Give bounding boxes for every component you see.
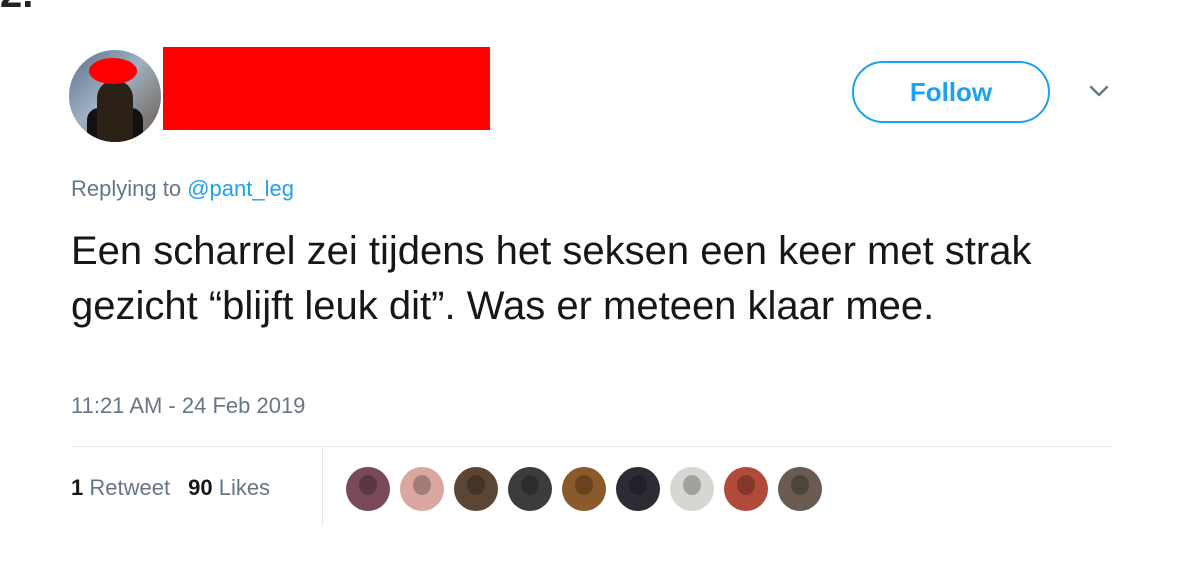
liker-avatar[interactable] bbox=[616, 467, 660, 511]
liker-avatar[interactable] bbox=[724, 467, 768, 511]
replying-to-line: Replying to @pant_leg bbox=[71, 176, 294, 202]
liker-avatar[interactable] bbox=[778, 467, 822, 511]
liker-avatars bbox=[346, 467, 832, 511]
follow-button[interactable]: Follow bbox=[852, 61, 1050, 123]
retweet-count: 1 bbox=[71, 475, 84, 500]
divider bbox=[71, 446, 1112, 447]
liker-avatar[interactable] bbox=[400, 467, 444, 511]
replying-prefix: Replying to bbox=[71, 176, 182, 201]
reply-handle-link[interactable]: @pant_leg bbox=[187, 176, 294, 201]
retweet-stat[interactable]: 1 Retweet bbox=[71, 475, 170, 500]
liker-avatar[interactable] bbox=[562, 467, 606, 511]
corner-label: 2. bbox=[0, 0, 33, 14]
avatar-redaction bbox=[89, 58, 137, 84]
liker-avatar[interactable] bbox=[454, 467, 498, 511]
display-name-redaction bbox=[163, 47, 490, 130]
like-count: 90 bbox=[188, 475, 213, 500]
liker-avatar[interactable] bbox=[346, 467, 390, 511]
liker-avatar[interactable] bbox=[670, 467, 714, 511]
user-avatar[interactable] bbox=[69, 50, 161, 142]
tweet-timestamp[interactable]: 11:21 AM - 24 Feb 2019 bbox=[71, 393, 305, 419]
likes-stat[interactable]: 90 Likes bbox=[188, 475, 270, 500]
likes-label: Likes bbox=[218, 475, 271, 500]
liker-avatar[interactable] bbox=[508, 467, 552, 511]
chevron-down-icon[interactable] bbox=[1088, 82, 1110, 100]
tweet-stats: 1 Retweet 90 Likes bbox=[71, 475, 270, 501]
retweet-label: Retweet bbox=[89, 475, 171, 500]
stats-divider bbox=[322, 448, 323, 526]
tweet-text: Een scharrel zei tijdens het seksen een … bbox=[71, 229, 1032, 328]
